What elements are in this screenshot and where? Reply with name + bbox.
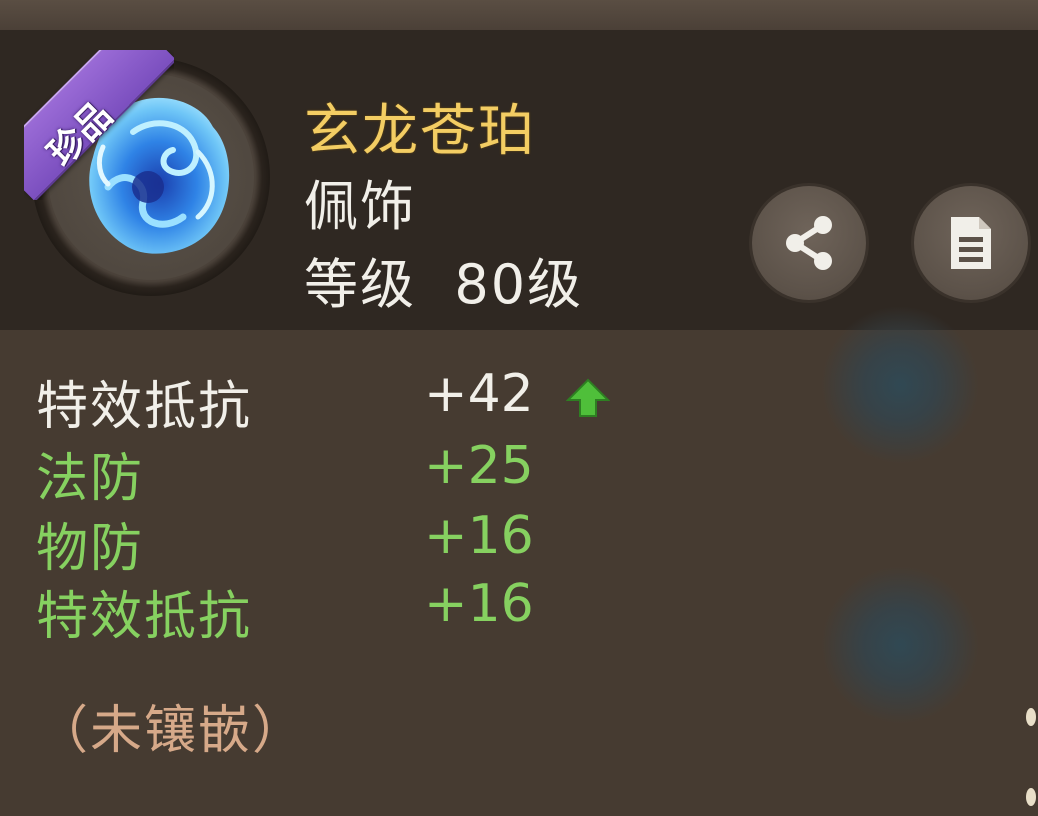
edge-marker (1026, 788, 1036, 806)
stat-row-main: 特效抵抗 +42 (36, 364, 736, 437)
item-level-label: 等级 (304, 253, 416, 316)
socket-status: （未镶嵌） (36, 701, 307, 761)
document-icon (951, 217, 991, 269)
stat-label: 特效抵抗 (36, 377, 253, 437)
item-type: 佩饰 (304, 175, 416, 238)
stat-value: +25 (424, 436, 534, 496)
top-strip (0, 0, 1038, 30)
stat-row-bonus: 特效抵抗 +16 (36, 574, 736, 647)
item-level: 等级 80级 (304, 240, 583, 319)
stat-row-bonus: 法防 +25 (36, 436, 736, 509)
background-item-slot (800, 560, 1000, 730)
stat-value: +42 (424, 364, 534, 424)
item-name: 玄龙苍珀 (304, 99, 536, 164)
stat-label: 物防 (36, 519, 145, 579)
upgrade-arrow-icon (566, 378, 610, 417)
item-details-button[interactable] (914, 186, 1028, 300)
background-item-slot (800, 300, 1000, 470)
stat-value: +16 (424, 506, 534, 566)
share-button[interactable] (752, 186, 866, 300)
rarity-badge: 珍品 (24, 50, 174, 200)
stat-label: 法防 (36, 449, 145, 509)
share-icon (786, 216, 832, 270)
stat-row-bonus: 物防 +16 (36, 506, 736, 579)
item-level-value: 80级 (454, 253, 584, 316)
edge-marker (1026, 708, 1036, 726)
stat-value: +16 (424, 574, 534, 634)
stat-label: 特效抵抗 (36, 587, 253, 647)
